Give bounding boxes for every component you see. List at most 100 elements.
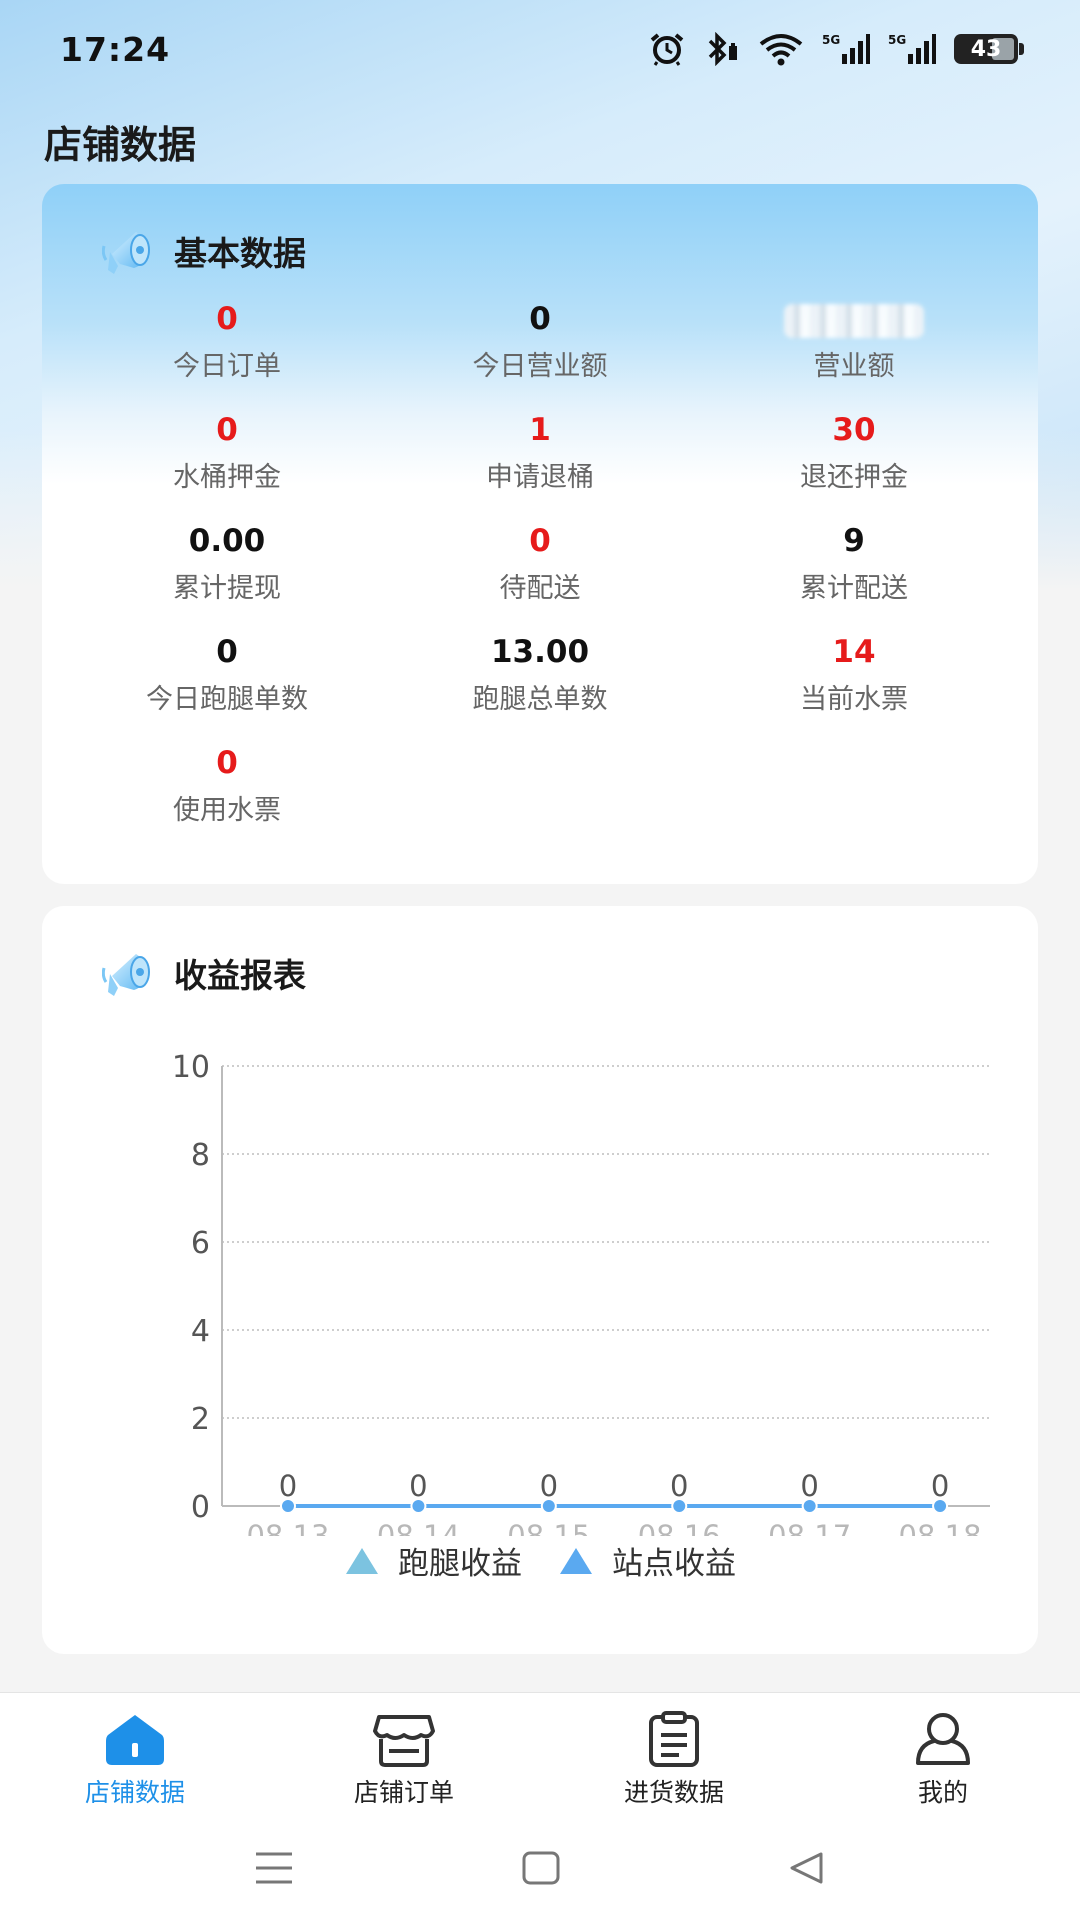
megaphone-icon <box>102 954 150 996</box>
stat-current-water-tickets[interactable]: 14 当前水票 <box>694 633 1014 716</box>
revenue-chart-svg: 0 2 4 6 8 10 08.13 08.14 08.15 08.16 08.17 08.18 0 0 0… <box>172 1050 990 1553</box>
nav-item-mine[interactable]: 我的 <box>843 1711 1043 1809</box>
nav-item-store-orders[interactable]: 店铺订单 <box>304 1711 504 1809</box>
stat-today-errand-orders[interactable]: 0 今日跑腿单数 <box>67 633 387 716</box>
stat-value: 0 <box>216 412 238 448</box>
revenue-chart: 0 2 4 6 8 10 08.13 08.14 08.15 08.16 08.17 08.18 0 0 0… <box>122 1036 1002 1553</box>
stat-label: 今日订单 <box>173 351 281 382</box>
x-tick-label: 08.16 <box>638 1519 721 1536</box>
data-label: 0 <box>931 1469 949 1503</box>
stat-label: 营业额 <box>813 351 895 382</box>
stat-bucket-deposit[interactable]: 0 水桶押金 <box>67 411 387 494</box>
stat-value: 0 <box>216 634 238 670</box>
megaphone-icon <box>102 232 150 274</box>
system-nav-bar <box>0 1822 1080 1920</box>
chart-legend: 跑腿收益 站点收益 <box>42 1538 1038 1583</box>
stat-used-water-tickets[interactable]: 0 使用水票 <box>67 744 387 827</box>
alarm-icon <box>650 33 684 66</box>
y-tick-label: 4 <box>191 1314 210 1349</box>
nav-item-store-data[interactable]: 店铺数据 <box>35 1711 235 1809</box>
stat-value: 14 <box>832 634 876 670</box>
legend-item-errand[interactable]: 跑腿收益 <box>344 1538 522 1583</box>
basic-data-title: 基本数据 <box>174 234 306 273</box>
nav-label: 店铺订单 <box>353 1778 454 1807</box>
stat-value: 1 <box>529 412 551 448</box>
stat-label: 累计提现 <box>173 573 281 604</box>
wifi-icon <box>759 34 803 66</box>
legend-label: 站点收益 <box>612 1546 736 1582</box>
data-label: 0 <box>800 1469 818 1503</box>
battery-level: 43 <box>970 36 1002 62</box>
stat-value: 0 <box>216 301 238 337</box>
signal-5g-icon: 5G <box>888 33 936 64</box>
bottom-nav: 店铺数据 店铺订单 进货数据 我的 <box>0 1692 1080 1822</box>
stat-value: 30 <box>832 412 876 448</box>
stat-value: 0 <box>216 745 238 781</box>
svg-text:5G: 5G <box>822 33 840 47</box>
y-tick-label: 6 <box>191 1226 210 1261</box>
stat-total-errand-orders[interactable]: 13.00 跑腿总单数 <box>380 633 700 716</box>
stat-label: 退还押金 <box>800 462 908 493</box>
stat-total-delivery[interactable]: 9 累计配送 <box>694 522 1014 605</box>
triangle-icon <box>346 1547 378 1574</box>
stat-today-orders[interactable]: 0 今日订单 <box>67 300 387 383</box>
basic-data-card: 基本数据 0 今日订单 0 今日营业额 营业额 0 水桶押金 1 申请退桶 30… <box>42 184 1038 884</box>
nav-label: 进货数据 <box>623 1778 724 1807</box>
revenue-report-card: 收益报表 0 2 4 6 8 10 08.13 08.14 08.15 08.16 08.17 08.… <box>42 906 1038 1654</box>
stat-total-withdraw[interactable]: 0.00 累计提现 <box>67 522 387 605</box>
stat-value-redacted <box>694 300 1014 338</box>
stat-label: 申请退桶 <box>486 462 594 493</box>
shop-icon <box>373 1715 435 1767</box>
stat-label: 当前水票 <box>800 684 908 715</box>
home-button-icon[interactable] <box>522 1850 560 1886</box>
svg-text:5G: 5G <box>888 33 906 47</box>
legend-label: 跑腿收益 <box>398 1546 522 1582</box>
stat-today-revenue[interactable]: 0 今日营业额 <box>380 300 700 383</box>
y-tick-label: 10 <box>172 1050 210 1085</box>
stat-label: 累计配送 <box>800 573 908 604</box>
status-time: 17:24 <box>60 30 171 69</box>
stat-value: 0 <box>529 301 551 337</box>
back-icon[interactable] <box>788 1850 824 1886</box>
stat-value: 13.00 <box>490 634 590 670</box>
data-label: 0 <box>409 1469 427 1503</box>
page-title: 店铺数据 <box>44 123 197 167</box>
stat-bucket-return-request[interactable]: 1 申请退桶 <box>380 411 700 494</box>
y-tick-label: 8 <box>191 1138 210 1173</box>
x-tick-label: 08.15 <box>507 1519 590 1536</box>
y-tick-label: 0 <box>191 1490 210 1525</box>
stat-revenue[interactable]: 营业额 <box>694 300 1014 383</box>
data-label: 0 <box>540 1469 558 1503</box>
stat-pending-delivery[interactable]: 0 待配送 <box>380 522 700 605</box>
stat-value: 0.00 <box>188 523 266 559</box>
stat-label: 今日跑腿单数 <box>146 684 308 715</box>
menu-icon[interactable] <box>254 1850 294 1886</box>
x-tick-label: 08.14 <box>377 1519 460 1536</box>
battery-icon: 43 <box>954 34 1024 64</box>
stat-label: 使用水票 <box>173 795 281 826</box>
redacted-value <box>784 303 924 338</box>
stat-value: 0 <box>529 523 551 559</box>
nav-label: 店铺数据 <box>84 1778 185 1807</box>
revenue-report-header: 收益报表 <box>102 946 306 1000</box>
x-tick-label: 08.13 <box>246 1519 329 1536</box>
stat-label: 水桶押金 <box>173 462 281 493</box>
data-label: 0 <box>670 1469 688 1503</box>
user-icon <box>916 1713 970 1765</box>
nav-label: 我的 <box>917 1778 968 1807</box>
status-bar: 17:24 5G 5G 43 <box>0 0 1080 104</box>
stat-label: 跑腿总单数 <box>472 684 608 715</box>
stat-label: 今日营业额 <box>472 351 608 382</box>
y-tick-label: 2 <box>191 1402 210 1437</box>
triangle-icon <box>560 1547 592 1574</box>
home-icon <box>106 1715 164 1765</box>
nav-item-purchase-data[interactable]: 进货数据 <box>574 1711 774 1809</box>
revenue-report-title: 收益报表 <box>174 956 306 995</box>
stat-value: 9 <box>843 523 865 559</box>
legend-item-station[interactable]: 站点收益 <box>558 1538 736 1583</box>
bluetooth-icon <box>708 32 737 66</box>
status-icons: 5G 5G 43 <box>648 32 1024 66</box>
clipboard-icon <box>649 1711 699 1767</box>
stat-label: 待配送 <box>499 573 581 604</box>
stat-deposit-refund[interactable]: 30 退还押金 <box>694 411 1014 494</box>
